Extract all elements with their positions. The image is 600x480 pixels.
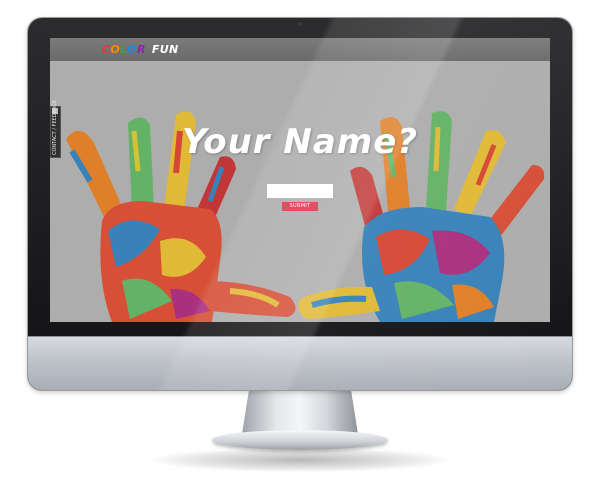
logo-suffix: FUN [151,43,179,56]
desktop-mockup: COLOR FUN CONTACT / FEEDBACK Your Name? … [0,0,600,480]
logo-letter: O [110,43,121,56]
submit-button[interactable]: SUBMIT [282,202,318,211]
site-logo[interactable]: COLOR FUN [102,43,178,56]
monitor-stand-base [212,430,388,450]
monitor-chin [28,336,572,390]
floor-shadow [150,448,450,472]
camera-icon [298,22,302,26]
hero-title: Your Name? [181,122,418,162]
website-screen: COLOR FUN CONTACT / FEEDBACK Your Name? … [50,38,550,322]
logo-letter: R [137,43,146,56]
logo-letter: C [102,43,111,56]
logo-letter: L [120,43,128,56]
monitor-stand-neck [242,390,358,434]
logo-letter: O [127,43,137,56]
site-header: COLOR FUN [50,38,550,61]
name-input[interactable] [267,184,333,198]
